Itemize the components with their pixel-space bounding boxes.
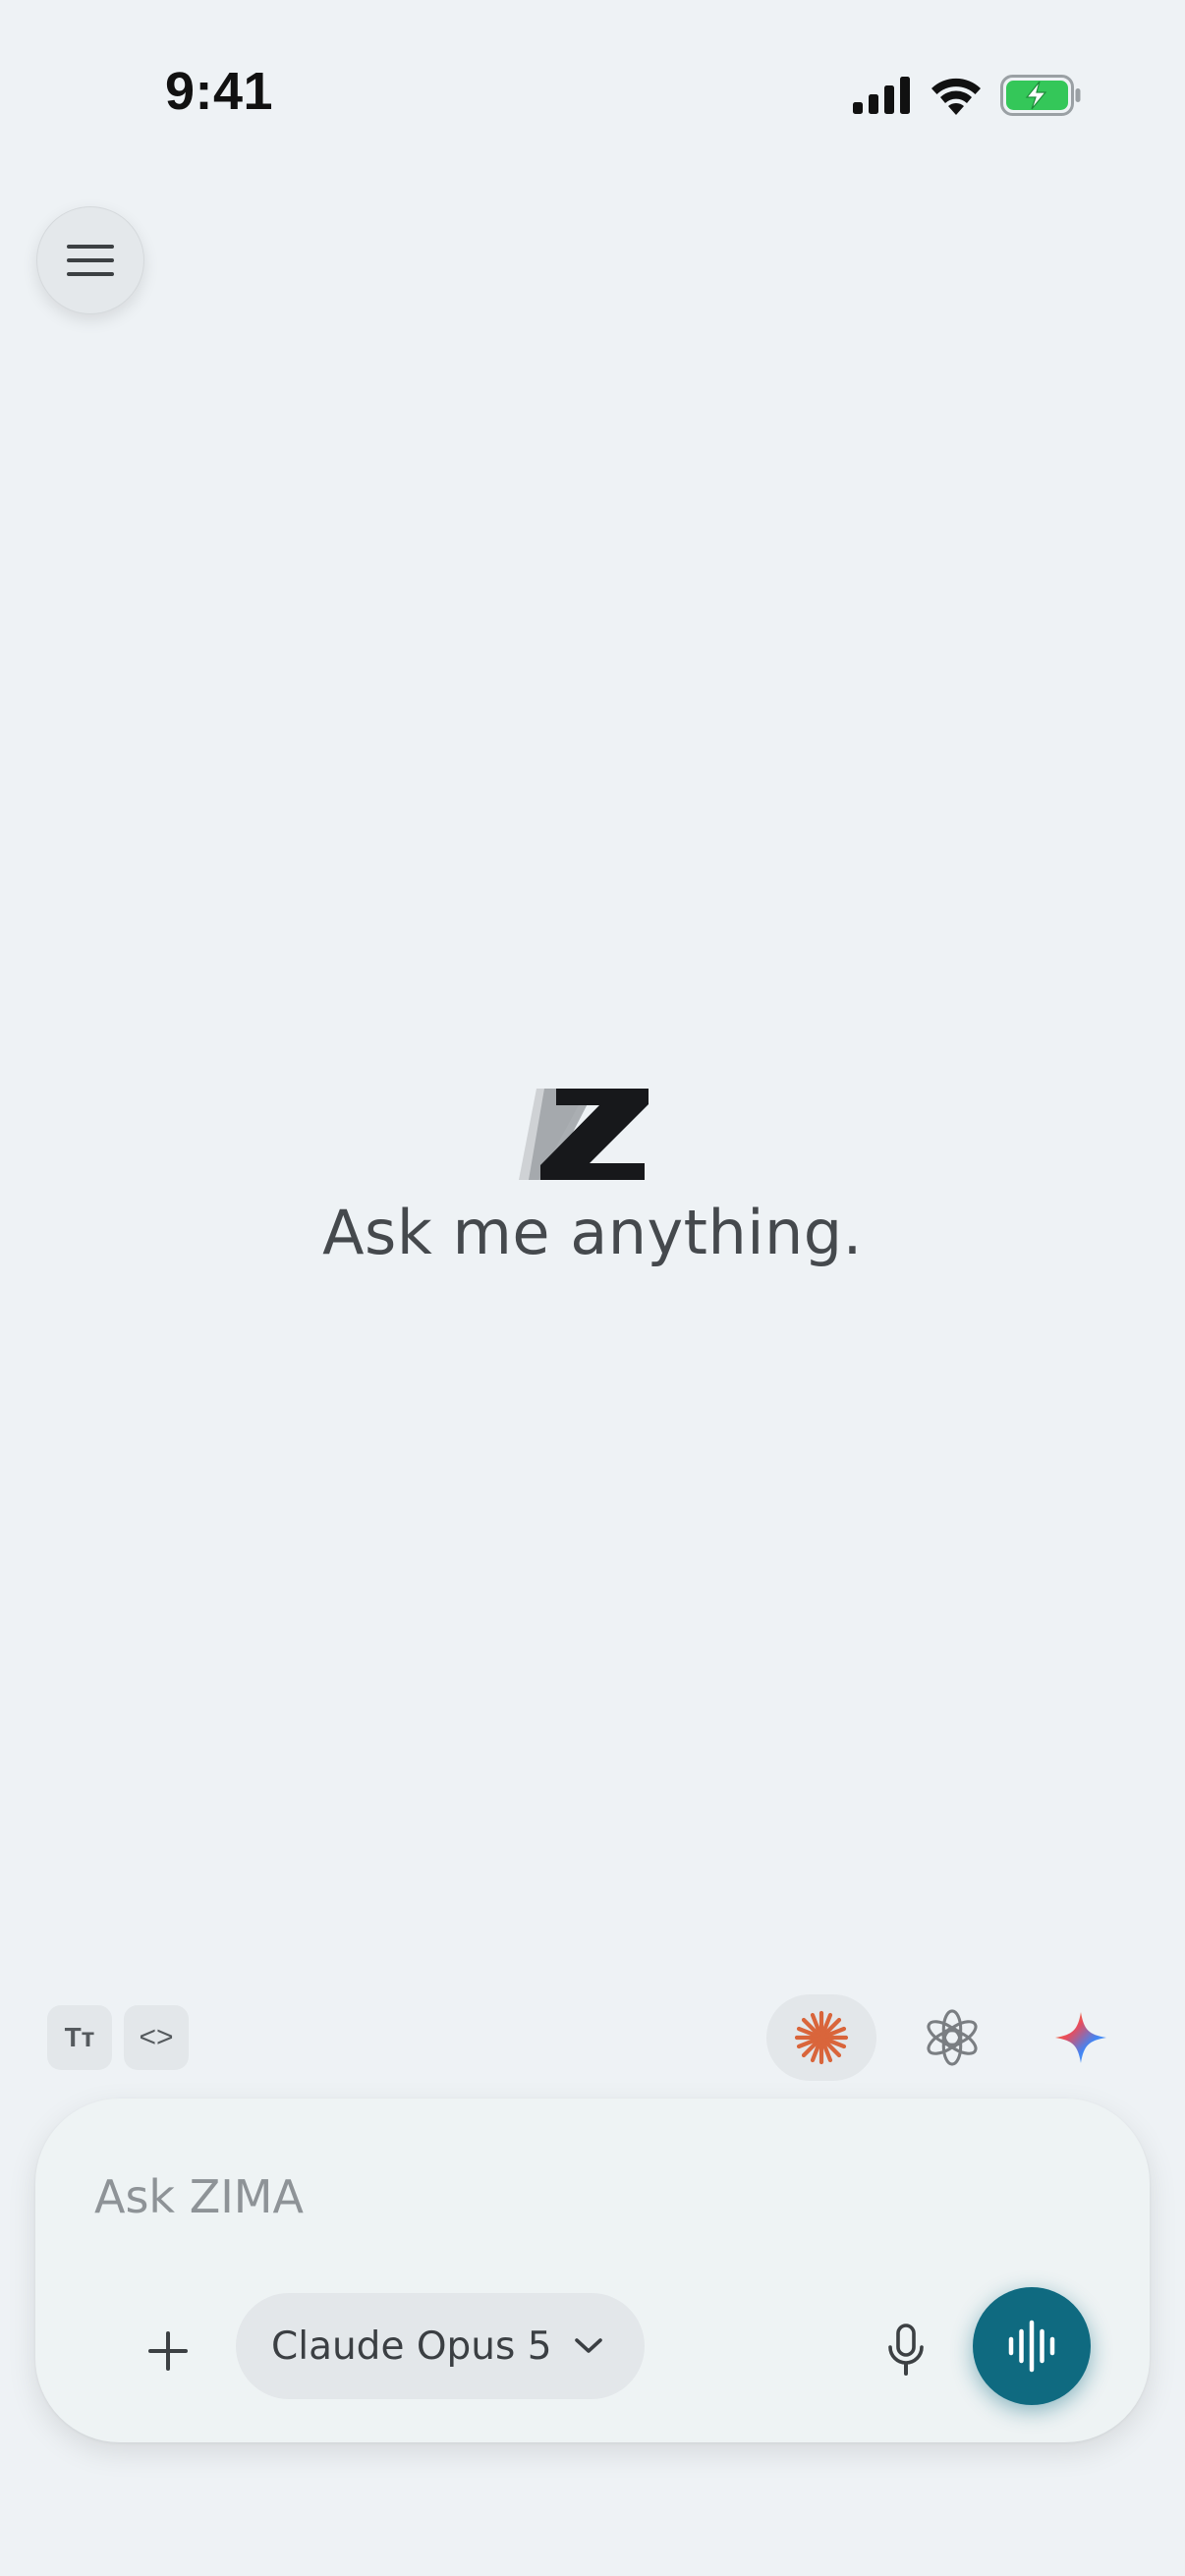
battery-charging-icon	[1000, 75, 1081, 116]
model-selector[interactable]: Claude Opus 5	[236, 2293, 645, 2399]
microphone-icon	[888, 2324, 924, 2376]
voice-waveform-icon	[1008, 2320, 1055, 2373]
menu-button[interactable]	[36, 206, 144, 314]
prompt-input[interactable]	[94, 2157, 979, 2236]
status-bar: 9:41	[0, 0, 1185, 196]
wifi-icon	[931, 78, 981, 115]
model-selector-label: Claude Opus 5	[271, 2324, 552, 2369]
add-attachment-button[interactable]	[124, 2307, 212, 2395]
text-size-button[interactable]: Tт	[47, 2005, 112, 2070]
status-icons	[853, 73, 1083, 118]
hamburger-menu-icon	[67, 245, 114, 276]
microphone-button[interactable]	[867, 2307, 945, 2395]
tagline: Ask me anything.	[322, 1197, 863, 1268]
voice-mode-button[interactable]	[973, 2287, 1091, 2405]
gemini-icon	[1055, 2012, 1106, 2063]
provider-openai-button[interactable]	[897, 1994, 1007, 2081]
provider-gemini-button[interactable]	[1026, 1994, 1136, 2081]
code-button[interactable]: <>	[124, 2005, 189, 2070]
cellular-signal-icon	[853, 77, 910, 114]
plus-icon	[148, 2331, 188, 2371]
zima-logo	[519, 1089, 649, 1180]
openai-icon	[927, 2009, 978, 2066]
provider-claude-button[interactable]	[766, 1994, 876, 2081]
claude-icon	[794, 2010, 849, 2065]
chevron-down-icon	[574, 2338, 602, 2353]
hero: Ask me anything.	[0, 1081, 1185, 1268]
composer: Claude Opus 5	[35, 2099, 1150, 2442]
status-time: 9:41	[165, 62, 274, 121]
